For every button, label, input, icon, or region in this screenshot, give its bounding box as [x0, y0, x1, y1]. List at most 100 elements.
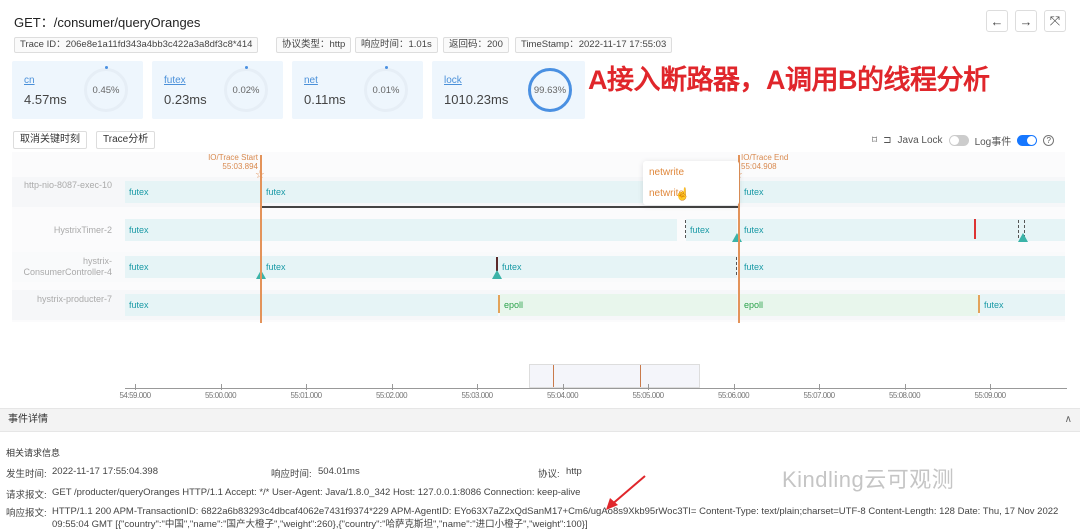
- axis-tick: [477, 384, 478, 390]
- response-label: 响应报文:: [6, 508, 47, 519]
- event-segment[interactable]: epoll: [500, 294, 737, 316]
- event-segment[interactable]: epoll: [740, 294, 978, 316]
- ring-progress-dot: [105, 66, 108, 69]
- event-segment[interactable]: futex: [740, 219, 1065, 241]
- axis-tick-label: 55:01.000: [290, 391, 322, 400]
- event-boundary: [685, 220, 686, 238]
- timestamp-tag: TimeStamp：2022-11-17 17:55:03: [515, 37, 673, 53]
- ring-progress-dot: [385, 66, 388, 69]
- metric-value: 0.11ms: [304, 92, 346, 107]
- axis-tick: [306, 384, 307, 390]
- protocol-label: 协议:: [538, 469, 560, 480]
- trace-end-marker: IO/Trace End 55:04.908: [741, 153, 788, 171]
- axis-tick: [733, 384, 735, 390]
- wakeup-triangle-icon[interactable]: [1018, 233, 1028, 242]
- metric-value: 0.23ms: [164, 92, 207, 107]
- event-segment[interactable]: futex: [740, 256, 1065, 278]
- event-boundary: [736, 257, 737, 275]
- thread-label: hystrix-ConsumerController-4: [23, 256, 112, 277]
- collapse-chevron-icon[interactable]: ∧: [1065, 409, 1072, 431]
- event-boundary: [498, 295, 500, 313]
- axis-tick: [135, 384, 136, 390]
- help-icon[interactable]: ?: [1043, 135, 1055, 146]
- axis-tick: [220, 384, 222, 390]
- brush-window[interactable]: [529, 364, 700, 388]
- time-value: 2022-11-17 17:55:04.398: [52, 466, 158, 477]
- return-code-tag: 返回码：200: [443, 37, 509, 53]
- event-segment[interactable]: futex: [125, 181, 260, 203]
- trace-id-tag: Trace ID：206e8e1a11fd343a4bb3c422a3a8df3…: [14, 37, 259, 53]
- wakeup-triangle-icon[interactable]: [492, 270, 502, 279]
- axis-tick-label: 55:04.000: [546, 391, 579, 400]
- metric-value: 1010.23ms: [444, 92, 509, 107]
- axis-tick: [562, 384, 564, 390]
- event-segment[interactable]: futex: [498, 256, 737, 278]
- trace-span-line: [261, 206, 738, 208]
- hand-cursor-icon: ☝: [675, 187, 690, 201]
- metric-link[interactable]: futex: [164, 75, 186, 86]
- log-events-toggle[interactable]: [1017, 135, 1038, 146]
- event-segment[interactable]: futex: [980, 294, 1065, 316]
- event-segment[interactable]: futex: [125, 219, 677, 241]
- event-segment[interactable]: futex: [262, 256, 496, 278]
- select-icon[interactable]: ⌑: [872, 135, 877, 146]
- cancel-key-moment-button[interactable]: 取消关键时刻: [13, 131, 87, 149]
- trace-analysis-button[interactable]: Trace分析: [96, 131, 156, 149]
- percent-ring: 0.01%: [364, 68, 408, 112]
- percent-ring: 99.63%: [528, 68, 572, 112]
- annotation-text: A接入断路器，A调用B的线程分析: [588, 65, 990, 95]
- trace-end-label: IO/Trace End: [741, 153, 789, 162]
- ring-progress-dot: [245, 66, 248, 69]
- trace-start-label: IO/Trace Start: [208, 153, 258, 162]
- thread-label: HystrixTimer-2: [53, 225, 112, 235]
- axis-tick-label: 55:09.000: [974, 391, 1006, 400]
- axis-tick-label: 55:07.000: [803, 391, 835, 400]
- lock-marker[interactable]: [974, 219, 976, 239]
- axis-tick: [391, 384, 393, 390]
- axis-tick: [990, 384, 991, 390]
- request-value: GET /producter/queryOranges HTTP/1.1 Acc…: [52, 487, 581, 498]
- brush-start-mark: [553, 365, 554, 387]
- wakeup-triangle-icon[interactable]: [732, 233, 742, 242]
- back-button[interactable]: ←: [986, 10, 1008, 32]
- event-segment[interactable]: futex: [125, 256, 260, 278]
- metric-card-net: net 0.11ms 0.01%: [292, 61, 423, 119]
- red-arrow-icon: [606, 475, 646, 510]
- metric-link[interactable]: cn: [24, 75, 35, 86]
- resp-time-value: 504.01ms: [318, 466, 360, 477]
- forward-button[interactable]: →: [1015, 10, 1037, 32]
- popup-item[interactable]: netwrite: [649, 167, 684, 178]
- axis-tick-label: 55:00.000: [204, 391, 237, 400]
- request-label: 请求报文:: [6, 490, 47, 501]
- fullscreen-button[interactable]: ⤧: [1044, 10, 1066, 32]
- axis-tick-label: 55:05.000: [632, 391, 664, 400]
- page-title: GET：/consumer/queryOranges: [14, 15, 201, 30]
- trace-start-marker: IO/Trace Start 55:03.894: [190, 153, 258, 171]
- percent-ring: 0.02%: [224, 68, 268, 112]
- log-events-label: Log事件: [974, 137, 1012, 148]
- axis-tick-label: 54:59.000: [119, 391, 151, 400]
- section-title: 事件详情: [8, 414, 48, 425]
- metric-card-cn: cn 4.57ms 0.45%: [12, 61, 143, 119]
- star-icon[interactable]: ☆: [255, 168, 265, 181]
- axis-tick-label: 55:02.000: [375, 391, 408, 400]
- resp-time-label: 响应时间:: [271, 469, 312, 480]
- watermark: Kindling云可观测: [782, 467, 955, 492]
- metric-link[interactable]: lock: [444, 75, 462, 86]
- brush-end-mark: [640, 365, 641, 387]
- metric-link[interactable]: net: [304, 75, 318, 86]
- event-segment[interactable]: futex: [686, 219, 737, 241]
- event-popup: netwrite netwrite ☝: [643, 161, 739, 205]
- event-details-header[interactable]: 事件详情 ∧: [0, 408, 1080, 432]
- response-value: HTTP/1.1 200 APM-TransactionID: 6822a6b8…: [52, 506, 1059, 530]
- reset-icon[interactable]: ⊐: [883, 135, 891, 146]
- axis-tick-label: 55:08.000: [888, 391, 921, 400]
- timeline-toolbar: ⌑ ⊐ Java Lock Log事件 ?: [872, 133, 1055, 148]
- trace-end-time: 55:04.908: [741, 162, 777, 171]
- event-segment[interactable]: futex: [740, 181, 1065, 203]
- axis-tick: [904, 384, 906, 390]
- event-segment[interactable]: futex: [125, 294, 498, 316]
- trace-start-time: 55:03.894: [222, 162, 258, 171]
- lock-marker[interactable]: [496, 257, 498, 271]
- java-lock-toggle[interactable]: [948, 135, 969, 146]
